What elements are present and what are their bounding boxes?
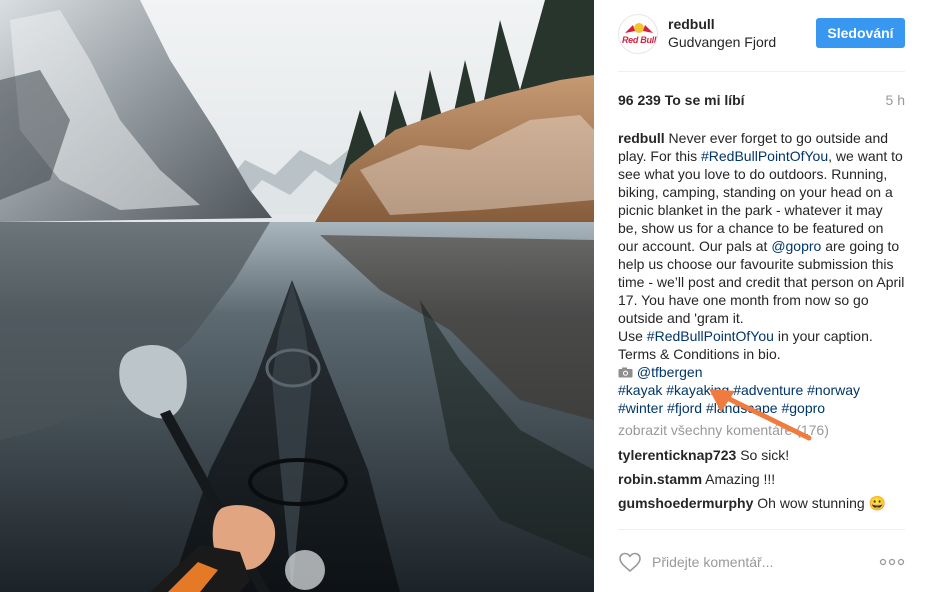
comment-author[interactable]: robin.stamm (618, 471, 702, 487)
comment-input[interactable] (652, 548, 852, 576)
hashtag-link[interactable]: #kayaking (666, 382, 729, 398)
comment-item: tylerenticknap723 So sick! (618, 446, 905, 464)
post-time[interactable]: 5 h (886, 92, 905, 108)
location-link[interactable]: Gudvangen Fjord (668, 34, 776, 50)
post-details-panel: Red Bull redbull Gudvangen Fjord Sledová… (594, 0, 925, 592)
mention-link[interactable]: @tfbergen (637, 364, 703, 380)
kayak-fjord-photo (0, 0, 594, 592)
comments-list[interactable]: redbull Never ever forget to go outside … (618, 129, 905, 527)
hashtag-link[interactable]: #kayak (618, 382, 662, 398)
comment-text: Amazing !!! (705, 471, 776, 487)
hashtag-link[interactable]: #winter (618, 400, 663, 416)
comment-author[interactable]: gumshoedermurphy (618, 495, 753, 511)
likes-row: 96 239 To se mi líbí 5 h (618, 92, 905, 110)
caption-text: Terms & Conditions in bio. (618, 346, 781, 362)
mention-link[interactable]: @gopro (771, 238, 821, 254)
comment-footer (618, 529, 905, 592)
more-options-icon[interactable] (879, 552, 905, 572)
avatar-logo-text: Red Bull (621, 35, 657, 45)
comment-item: robin.stamm Amazing !!! (618, 470, 905, 488)
post-photo[interactable] (0, 0, 594, 592)
comment-text: Oh wow stunning 😀 (757, 495, 886, 511)
camera-icon (618, 367, 633, 378)
hashtag-link[interactable]: #RedBullPointOfYou (701, 148, 828, 164)
avatar[interactable]: Red Bull (618, 14, 658, 54)
caption-text: Use (618, 328, 647, 344)
comment-item: gumshoedermurphy Oh wow stunning 😀 (618, 494, 905, 512)
caption-author[interactable]: redbull (618, 130, 665, 146)
comment-author[interactable]: tylerenticknap723 (618, 447, 736, 463)
caption-text: in your caption. (773, 328, 873, 344)
hashtag-link[interactable]: #landscape (706, 400, 778, 416)
view-all-comments-link[interactable]: zobrazit všechny komentáře (176) (618, 420, 905, 440)
hashtag-link[interactable]: #gopro (781, 400, 825, 416)
hashtag-link[interactable]: #fjord (667, 400, 702, 416)
heart-icon[interactable] (618, 550, 642, 574)
follow-button[interactable]: Sledování (816, 18, 905, 48)
hashtag-link[interactable]: #RedBullPointOfYou (647, 328, 774, 344)
post-header: Red Bull redbull Gudvangen Fjord Sledová… (618, 14, 905, 72)
comment-text: So sick! (740, 447, 790, 463)
likes-count[interactable]: 96 239 To se mi líbí (618, 92, 745, 108)
hashtag-link[interactable]: #adventure (733, 382, 803, 398)
hashtag-link[interactable]: #norway (807, 382, 860, 398)
username-link[interactable]: redbull (668, 16, 715, 32)
post-caption: redbull Never ever forget to go outside … (618, 129, 905, 417)
